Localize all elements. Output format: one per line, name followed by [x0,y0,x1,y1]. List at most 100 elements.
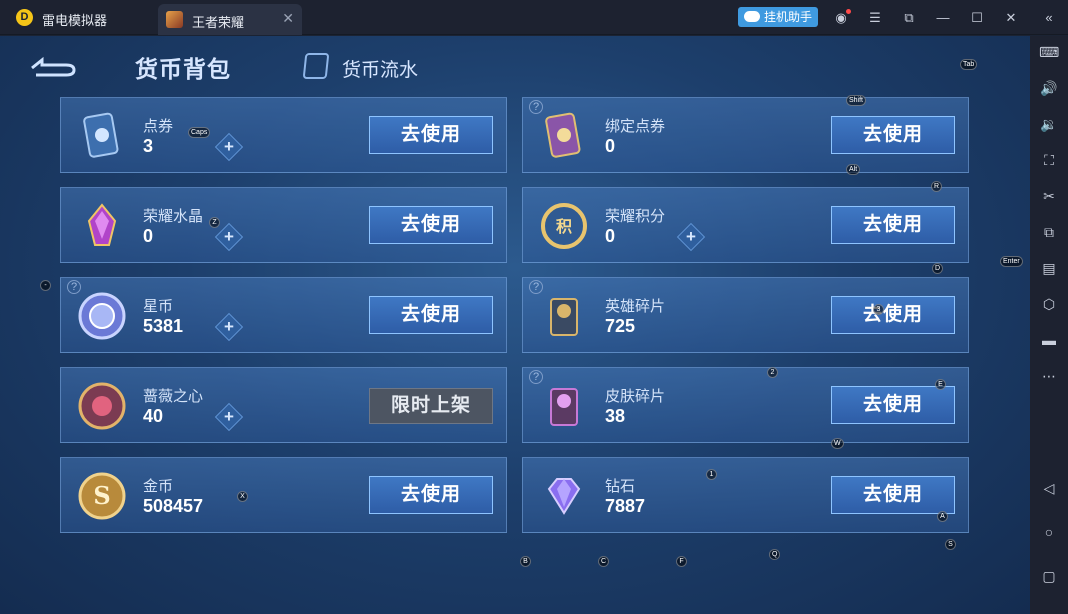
use-button[interactable]: 去使用 [369,476,493,514]
currency-name: 荣耀水晶 [143,208,204,225]
use-button[interactable]: 去使用 [369,296,493,334]
rose-heart-icon [78,382,126,430]
use-button[interactable]: 去使用 [831,296,955,334]
currency-name: 英雄碎片 [605,298,666,315]
more-icon[interactable]: ⋯ [1039,366,1059,386]
use-button[interactable]: 去使用 [831,116,955,154]
keymap-tab: Tab [960,59,978,70]
use-button[interactable]: 去使用 [369,206,493,244]
volume-up-icon[interactable]: 🔊 [1039,78,1059,98]
keymap-alt: Alt [846,164,861,175]
back-nav-icon[interactable]: ◁ [1039,478,1059,498]
currency-name: 金币 [143,478,174,495]
currency-card-glory-points: 积 荣耀积分 0 + 去使用 [522,187,969,263]
keymap-q: Q [769,549,781,560]
hero-fragment-icon [550,298,578,336]
currency-card-hero-fragment: ? 英雄碎片 725 去使用 [522,277,969,353]
app-title: 雷电模拟器 [42,13,108,28]
assist-button[interactable]: 挂机助手 [738,7,818,27]
screen-record-icon[interactable]: ⧉ [899,8,919,28]
keymap-s: S [945,539,956,550]
keymap-x: X [237,491,248,502]
currency-card-voucher: 点券 3 + 去使用 [60,97,507,173]
back-arrow-icon[interactable] [28,54,78,78]
currency-amount: 508457 [143,496,204,516]
keymap-r: R [931,181,943,192]
game-icon [166,11,183,28]
add-icon[interactable]: + [214,312,244,342]
currency-name: 钻石 [605,478,636,495]
glory-points-icon: 积 [541,203,587,249]
emulator-logo-icon: D [16,9,33,26]
skin-fragment-icon [550,388,578,426]
currency-name: 荣耀积分 [605,208,666,225]
currency-amount: 725 [605,316,636,336]
tab-label: 王者荣耀 [192,15,245,30]
recents-nav-icon[interactable]: ▢ [1039,566,1059,586]
currency-name: 点券 [143,118,174,135]
currency-name: 蔷薇之心 [143,388,204,405]
keymap-shift: Shift [846,95,867,106]
tab-game[interactable]: 王者荣耀 ✕ [158,4,302,35]
multi-instance-icon[interactable]: ⧉ [1039,222,1059,242]
keymap-a: A [937,511,948,522]
currency-card-bound-voucher: ? 绑定点券 0 去使用 [522,97,969,173]
keymap-enter: Enter [1000,256,1023,267]
keymap-two: 2 [767,367,778,378]
currency-card-skin-fragment: ? 皮肤碎片 38 去使用 [522,367,969,443]
keymap-b: B [520,556,531,567]
keymap-three: 3 [873,304,884,315]
keymap-d: D [932,263,944,274]
scissors-icon[interactable]: ✂ [1039,186,1059,206]
currency-flow-icon[interactable] [302,53,330,79]
title-bar: D 雷电模拟器 王者荣耀 ✕ 挂机助手 ◉ ☰ ⧉ — ☐ ✕ « [0,0,1068,35]
voucher-icon [83,112,119,158]
bound-voucher-icon [545,112,581,158]
keymap-w: W [831,438,844,449]
maximize-icon[interactable]: ☐ [967,8,987,28]
keymap-minus: - [40,280,51,291]
close-tab-icon[interactable]: ✕ [282,10,294,27]
svg-text:S: S [93,481,110,510]
currency-amount: 5381 [143,316,184,336]
add-icon[interactable]: + [214,132,244,162]
add-icon[interactable]: + [676,222,706,252]
currency-amount: 3 [143,136,154,156]
currency-card-star-coin: ? 星币 5381 + 去使用 [60,277,507,353]
use-button[interactable]: 去使用 [369,116,493,154]
account-icon[interactable]: ◉ [831,8,851,28]
keymap-e: E [935,379,946,390]
currency-amount: 38 [605,406,626,426]
collapse-sidebar-icon[interactable]: « [1039,8,1059,28]
currency-flow-tab[interactable]: 货币流水 [342,55,418,82]
minimize-icon[interactable]: — [933,8,953,28]
home-nav-icon[interactable]: ○ [1039,522,1059,542]
use-button[interactable]: 去使用 [831,386,955,424]
fullscreen-icon[interactable]: ⛶ [1039,150,1059,170]
notification-dot [846,9,851,14]
keymap-one: 1 [706,469,717,480]
page-title: 货币背包 [135,56,231,82]
currency-card-rose-heart: 蔷薇之心 40 + 限时上架 [60,367,507,443]
keymap-z: Z [209,217,220,228]
apk-install-icon[interactable]: ▤ [1039,258,1059,278]
cloud-icon [744,11,760,22]
currency-card-gold: S 金币 508457 去使用 [60,457,507,533]
menu-icon[interactable]: ☰ [865,8,885,28]
use-button[interactable]: 去使用 [831,476,955,514]
folder-icon[interactable]: ▬ [1039,330,1059,350]
currency-amount: 7887 [605,496,646,516]
keymap-f: F [676,556,687,567]
volume-down-icon[interactable]: 🔉 [1039,114,1059,134]
add-icon[interactable]: + [214,222,244,252]
currency-card-crystal: 荣耀水晶 0 + 去使用 [60,187,507,263]
assist-label: 挂机助手 [764,10,813,24]
keyboard-icon[interactable]: ⌨ [1039,42,1059,62]
use-button[interactable]: 去使用 [831,206,955,244]
add-icon[interactable]: + [214,402,244,432]
gold-coin-icon: S [78,472,126,520]
close-window-icon[interactable]: ✕ [1001,8,1021,28]
currency-name: 皮肤碎片 [605,388,666,405]
limited-time-button: 限时上架 [369,388,493,424]
settings-hex-icon[interactable]: ⬡ [1039,294,1059,314]
